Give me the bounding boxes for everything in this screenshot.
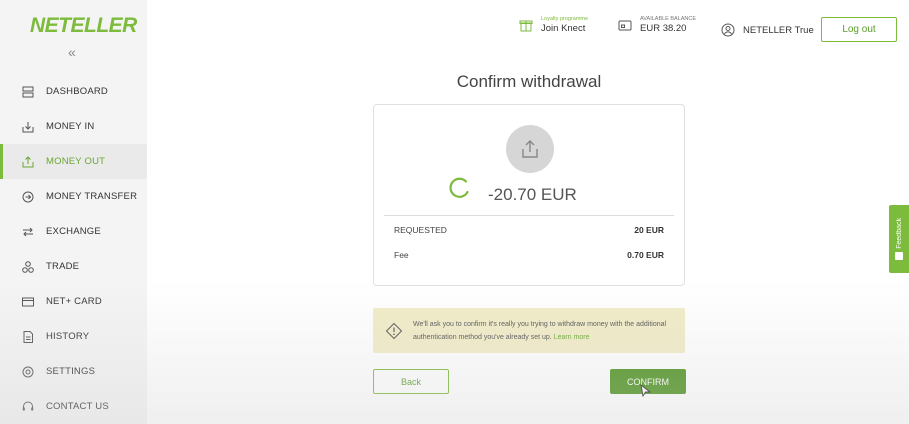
- sidebar-item-label: HISTORY: [46, 331, 90, 342]
- balance-caption: AVAILABLE BALANCE: [640, 16, 697, 22]
- learn-more-link[interactable]: Learn more: [554, 334, 590, 341]
- requested-value: 20 EUR: [634, 225, 664, 235]
- collapse-sidebar-icon[interactable]: «: [68, 44, 76, 60]
- upload-icon: [506, 125, 554, 173]
- fee-value: 0.70 EUR: [627, 250, 664, 260]
- sidebar-item-history[interactable]: HISTORY: [0, 319, 147, 354]
- sidebar-item-label: MONEY TRANSFER: [46, 191, 138, 202]
- money-transfer-icon: [20, 189, 36, 205]
- warning-diamond-icon: [385, 322, 403, 339]
- authentication-notice: We'll ask you to confirm it's really you…: [373, 308, 685, 353]
- sidebar-item-label: MONEY IN: [46, 121, 95, 132]
- user-icon: [721, 23, 735, 37]
- sidebar-item-contact-us[interactable]: CONTACT US: [0, 389, 147, 424]
- feedback-icon: [895, 252, 903, 261]
- balance-value: EUR 38.20: [640, 23, 687, 34]
- sidebar-item-label: NET+ CARD: [46, 296, 102, 307]
- sidebar-item-dashboard[interactable]: DASHBOARD: [0, 74, 147, 109]
- loyalty-caption: Loyalty programme: [541, 16, 589, 22]
- card-icon: [20, 294, 36, 310]
- dashboard-icon: [20, 84, 36, 100]
- fee-row: Fee 0.70 EUR: [394, 250, 664, 260]
- sidebar-item-net-card[interactable]: NET+ CARD: [0, 284, 147, 319]
- contact-icon: [20, 399, 36, 415]
- mouse-pointer-icon: [640, 384, 652, 398]
- sidebar-item-trade[interactable]: TRADE: [0, 249, 147, 284]
- notice-text: We'll ask you to confirm it's really you…: [413, 320, 667, 341]
- sidebar-item-label: SETTINGS: [46, 366, 96, 377]
- back-button[interactable]: Back: [373, 369, 449, 394]
- wallet-icon: [618, 20, 632, 31]
- sidebar-item-money-transfer[interactable]: MONEY TRANSFER: [0, 179, 147, 214]
- withdrawal-amount: -20.70 EUR: [488, 185, 577, 204]
- user-account[interactable]: NETELLER True: [720, 22, 814, 38]
- sidebar-item-exchange[interactable]: EXCHANGE: [0, 214, 147, 249]
- gift-icon: [519, 20, 533, 32]
- sidebar-item-label: DASHBOARD: [46, 86, 108, 97]
- sidebar-item-label: TRADE: [46, 261, 80, 272]
- settings-icon: [20, 364, 36, 380]
- feedback-tab[interactable]: Feedback: [889, 205, 909, 273]
- sidebar-item-label: EXCHANGE: [46, 226, 101, 237]
- sidebar: NETELLER « DASHBOARD MONEY IN MONEY OUT …: [0, 0, 147, 424]
- trade-icon: [20, 259, 36, 275]
- requested-label: REQUESTED: [394, 225, 447, 235]
- withdrawal-summary-card: -20.70 EUR REQUESTED 20 EUR Fee 0.70 EUR: [373, 104, 685, 286]
- logout-button[interactable]: Log out: [821, 17, 897, 42]
- requested-row: REQUESTED 20 EUR: [394, 225, 664, 235]
- loyalty-label: Join Knect: [541, 23, 586, 34]
- user-name: NETELLER True: [743, 25, 814, 36]
- sidebar-nav: DASHBOARD MONEY IN MONEY OUT MONEY TRANS…: [0, 74, 147, 424]
- neteller-logo[interactable]: NETELLER: [30, 14, 137, 38]
- sidebar-item-settings[interactable]: SETTINGS: [0, 354, 147, 389]
- exchange-icon: [20, 224, 36, 240]
- available-balance: AVAILABLE BALANCE EUR 38.20: [617, 16, 696, 34]
- money-in-icon: [20, 119, 36, 135]
- page-title: Confirm withdrawal: [456, 72, 602, 91]
- divider: [384, 215, 674, 216]
- sidebar-item-money-in[interactable]: MONEY IN: [0, 109, 147, 144]
- sidebar-item-label: MONEY OUT: [46, 156, 106, 167]
- loading-spinner-icon: [449, 177, 469, 198]
- fee-label: Fee: [394, 250, 409, 260]
- loyalty-programme-link[interactable]: Loyalty programme Join Knect: [518, 16, 588, 34]
- sidebar-item-money-out[interactable]: MONEY OUT: [0, 144, 147, 179]
- feedback-label: Feedback: [895, 217, 903, 249]
- money-out-icon: [20, 154, 36, 170]
- sidebar-item-label: CONTACT US: [46, 401, 109, 412]
- history-icon: [20, 329, 36, 345]
